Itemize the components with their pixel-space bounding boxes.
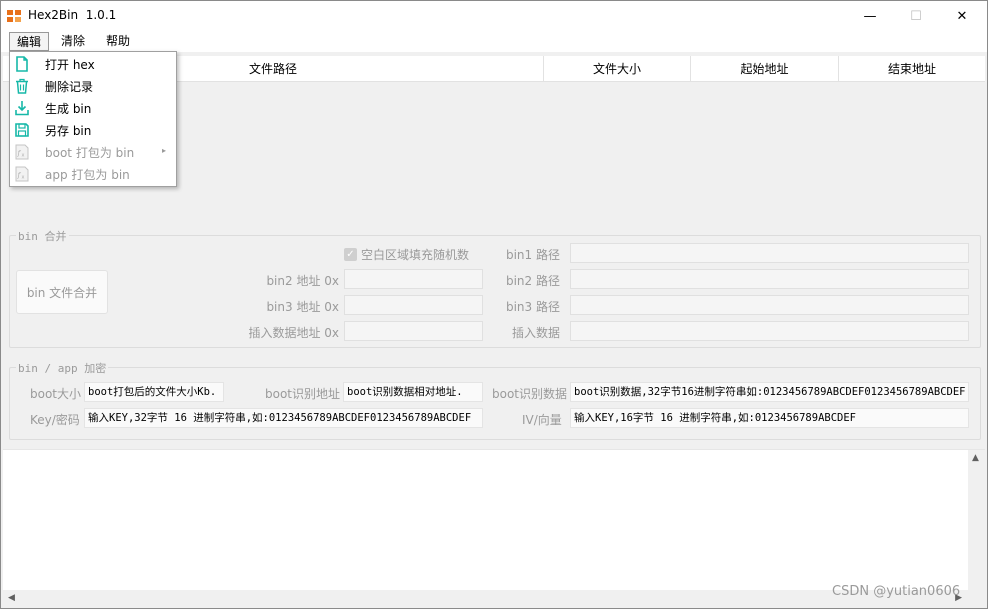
edit-dropdown-menu: 打开 hex 删除记录 生成 bin 另存 bin f x boot 打包为 b… <box>9 51 177 187</box>
key-label: Key/密码 <box>30 413 80 427</box>
menu-app-pack-bin[interactable]: f x app 打包为 bin <box>10 163 176 185</box>
horizontal-scrollbar[interactable]: ◀ ▶ <box>3 590 968 607</box>
bin2-address-label: bin2 地址 0x <box>266 274 339 288</box>
minimize-button[interactable]: — <box>847 1 893 31</box>
boot-address-label: boot识别地址 <box>265 387 341 401</box>
insert-address-input[interactable] <box>344 321 483 341</box>
menu-save-bin[interactable]: 另存 bin <box>10 119 176 141</box>
window-title: Hex2Bin 1.0.1 <box>28 8 117 22</box>
app-logo-icon <box>7 10 21 22</box>
function-icon: f x <box>15 166 29 182</box>
close-button[interactable]: ✕ <box>939 1 985 31</box>
column-end-address[interactable]: 结束地址 <box>839 56 985 82</box>
maximize-button[interactable]: ☐ <box>893 1 939 31</box>
key-input[interactable]: 输入KEY,32字节 16 进制字符串,如:0123456789ABCDEF01… <box>84 408 483 428</box>
bin2-address-input[interactable] <box>344 269 483 289</box>
bin-merge-button[interactable]: bin 文件合并 <box>16 270 108 314</box>
svg-text:x: x <box>22 175 25 181</box>
bin1-path-input[interactable] <box>570 243 969 263</box>
menu-bar: 编辑 清除 帮助 <box>1 31 987 52</box>
boot-size-label: boot大小 <box>30 387 82 401</box>
bin2-path-label: bin2 路径 <box>505 274 560 288</box>
trash-icon <box>16 78 28 94</box>
download-icon <box>15 101 29 116</box>
scroll-corner <box>968 590 985 607</box>
column-file-size[interactable]: 文件大小 <box>544 56 691 82</box>
bin-merge-group: bin 合并 bin 文件合并 ✓ 空白区域填充随机数 bin2 地址 0x b… <box>9 228 981 348</box>
scroll-up-icon[interactable]: ▲ <box>972 453 979 463</box>
boot-data-label: boot识别数据 <box>492 387 568 401</box>
submenu-arrow-icon: ▸ <box>161 146 166 155</box>
file-icon <box>16 56 28 72</box>
vertical-scrollbar[interactable]: ▲ <box>968 450 985 591</box>
boot-data-input[interactable]: boot识别数据,32字节16进制字符串如:0123456789ABCDEF01… <box>570 382 969 402</box>
watermark: CSDN @yutian0606 <box>832 584 961 599</box>
bin1-path-label: bin1 路径 <box>505 248 560 262</box>
boot-size-input[interactable]: boot打包后的文件大小Kb. <box>84 382 224 402</box>
boot-address-input[interactable]: boot识别数据相对地址. <box>343 382 483 402</box>
insert-data-label: 插入数据 <box>511 326 560 340</box>
menu-clear[interactable]: 清除 <box>54 32 92 51</box>
bin3-address-label: bin3 地址 0x <box>266 300 339 314</box>
menu-boot-pack-bin[interactable]: f x boot 打包为 bin ▸ <box>10 141 176 163</box>
iv-input[interactable]: 输入KEY,16字节 16 进制字符串,如:0123456789ABCDEF <box>570 408 969 428</box>
svg-text:x: x <box>22 153 25 159</box>
scroll-left-icon[interactable]: ◀ <box>8 593 15 603</box>
bin3-address-input[interactable] <box>344 295 483 315</box>
bin2-path-input[interactable] <box>570 269 969 289</box>
random-fill-label: 空白区域填充随机数 <box>361 248 470 262</box>
menu-help[interactable]: 帮助 <box>99 32 137 51</box>
menu-edit[interactable]: 编辑 <box>9 32 50 51</box>
menu-generate-bin[interactable]: 生成 bin <box>10 97 176 119</box>
menu-delete-records[interactable]: 删除记录 <box>10 75 176 97</box>
insert-address-label: 插入数据地址 0x <box>248 326 339 340</box>
random-fill-checkbox[interactable]: ✓ <box>344 248 357 261</box>
iv-label: IV/向量 <box>522 413 562 427</box>
bin3-path-input[interactable] <box>570 295 969 315</box>
encrypt-group: bin / app 加密 boot大小 boot打包后的文件大小Kb. boot… <box>9 360 981 440</box>
bin-merge-title: bin 合并 <box>16 228 69 244</box>
column-start-address[interactable]: 起始地址 <box>691 56 839 82</box>
function-icon: f x <box>15 144 29 160</box>
encrypt-title: bin / app 加密 <box>16 360 109 376</box>
bin3-path-label: bin3 路径 <box>505 300 560 314</box>
insert-data-input[interactable] <box>570 321 969 341</box>
save-icon <box>15 123 29 137</box>
app-window: Hex2Bin 1.0.1 — ☐ ✕ 编辑 清除 帮助 文件路径 文件大小 起… <box>0 0 988 609</box>
title-bar: Hex2Bin 1.0.1 — ☐ ✕ <box>1 1 987 31</box>
menu-open-hex[interactable]: 打开 hex <box>10 53 176 75</box>
